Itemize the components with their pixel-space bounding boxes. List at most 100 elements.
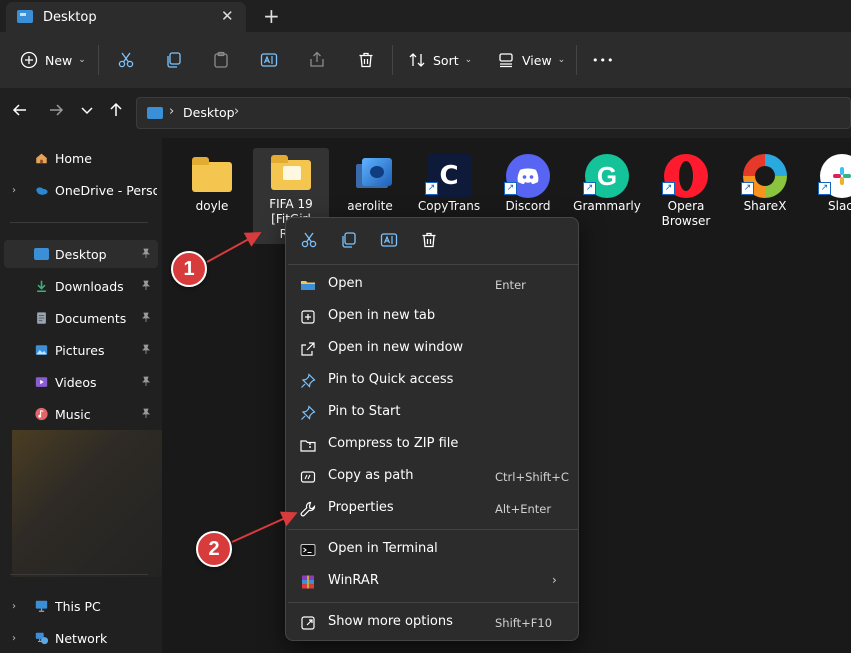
file-item-grammarly[interactable]: G ↗ Grammarly <box>569 150 645 234</box>
home-icon <box>36 153 47 164</box>
copy-button[interactable] <box>165 32 183 88</box>
file-name: aerolite <box>347 199 393 213</box>
file-name: ShareX <box>743 199 787 213</box>
sidebar-item-this-pc[interactable]: › This PC <box>0 592 162 620</box>
share-button[interactable] <box>308 32 326 88</box>
file-item-slack[interactable]: ↗ Slack <box>806 150 851 234</box>
back-arrow-icon[interactable] <box>12 102 28 122</box>
sidebar-item-pictures[interactable]: Pictures <box>0 336 162 364</box>
sidebar-item-desktop[interactable]: Desktop <box>4 240 158 268</box>
breadcrumb-desktop[interactable]: Desktop <box>183 105 235 120</box>
copy-icon <box>167 52 181 68</box>
menu-item-copy-as-path[interactable]: Copy as path Ctrl+Shift+C <box>290 461 576 493</box>
pin-icon[interactable] <box>141 248 151 261</box>
folder-open-icon <box>301 281 315 290</box>
breadcrumb-chevron-icon[interactable]: › <box>234 104 239 119</box>
chevron-down-icon: ⌄ <box>78 55 86 65</box>
menu-item-label: Properties <box>328 500 394 515</box>
file-item-opera[interactable]: ↗ Opera Browser <box>648 150 724 234</box>
sort-button[interactable]: Sort ⌄ <box>408 32 472 88</box>
sidebar-item-home[interactable]: Home <box>0 144 162 172</box>
documents-icon <box>37 312 46 324</box>
blurred-region <box>12 430 162 577</box>
see-more-button[interactable]: ••• <box>592 32 614 88</box>
file-item-doyle[interactable]: doyle <box>174 150 250 234</box>
menu-item-show-more-options[interactable]: Show more options Shift+F10 <box>290 607 576 639</box>
sidebar-item-network[interactable]: › Network <box>0 624 162 652</box>
shortcut-arrow-icon: ↗ <box>741 182 754 195</box>
expand-chevron-icon[interactable]: › <box>12 185 16 196</box>
recent-locations-chevron-icon[interactable] <box>80 102 94 122</box>
pin-icon[interactable] <box>141 376 151 389</box>
rename-icon[interactable] <box>380 231 398 249</box>
shortcut-arrow-icon: ↗ <box>583 182 596 195</box>
rename-icon <box>260 53 278 67</box>
tab-desktop[interactable]: Desktop ✕ <box>6 2 246 32</box>
menu-item-label: Open in new window <box>328 340 464 355</box>
pin-start-icon <box>301 405 316 420</box>
sidebar-item-label: OneDrive - Persona <box>55 182 157 198</box>
menu-item-label: Open in new tab <box>328 308 436 323</box>
pin-icon[interactable] <box>141 408 151 421</box>
file-item-sharex[interactable]: ↗ ShareX <box>727 150 803 234</box>
pin-icon <box>301 373 316 388</box>
menu-item-label: Pin to Start <box>328 404 401 419</box>
aerolite-app-icon <box>348 154 392 194</box>
new-tab-button[interactable]: + <box>263 4 280 28</box>
menu-item-label: WinRAR <box>328 573 379 588</box>
cut-button[interactable] <box>117 32 135 88</box>
sidebar-item-onedrive[interactable]: › OneDrive - Persona <box>0 176 162 204</box>
menu-item-pin-quick-access[interactable]: Pin to Quick access <box>290 365 576 397</box>
annotation-badge-1: 1 <box>171 251 207 287</box>
sidebar-item-documents[interactable]: Documents <box>0 304 162 332</box>
menu-item-label: Pin to Quick access <box>328 372 454 387</box>
sidebar-item-downloads[interactable]: Downloads <box>0 272 162 300</box>
pin-icon[interactable] <box>141 280 151 293</box>
paste-button[interactable] <box>212 32 230 88</box>
zip-icon <box>300 440 316 452</box>
opera-app-icon: ↗ <box>662 154 708 198</box>
menu-divider <box>288 602 578 603</box>
shortcut-arrow-icon: ↗ <box>425 182 438 195</box>
shortcut-arrow-icon: ↗ <box>818 182 831 195</box>
new-button[interactable]: New ⌄ <box>20 32 86 88</box>
expand-chevron-icon[interactable]: › <box>12 601 16 612</box>
close-tab-icon[interactable]: ✕ <box>221 7 234 25</box>
sidebar-divider <box>10 574 148 575</box>
context-menu: Open Enter Open in new tab Open in new w… <box>285 217 579 641</box>
file-name: Discord <box>505 199 551 213</box>
menu-item-open-new-window[interactable]: Open in new window <box>290 333 576 365</box>
forward-arrow-icon[interactable] <box>48 102 64 122</box>
up-arrow-icon[interactable] <box>108 102 124 122</box>
menu-item-label: Open in Terminal <box>328 541 438 556</box>
sidebar-item-music[interactable]: Music <box>0 400 162 428</box>
winrar-icon <box>302 575 314 589</box>
menu-item-shortcut: Alt+Enter <box>495 502 552 516</box>
menu-divider <box>288 529 578 530</box>
breadcrumb-chevron-icon[interactable]: › <box>169 104 174 119</box>
menu-item-open-terminal[interactable]: Open in Terminal <box>290 534 576 566</box>
menu-item-properties[interactable]: Properties Alt+Enter <box>290 493 576 525</box>
file-name: Opera Browser <box>661 199 711 228</box>
command-bar: New ⌄ Sort ⌄ View ⌄ ••• <box>0 32 851 88</box>
menu-item-shortcut: Shift+F10 <box>495 616 553 630</box>
menu-item-pin-start[interactable]: Pin to Start <box>290 397 576 429</box>
title-bar: Desktop ✕ + <box>0 0 851 32</box>
delete-button[interactable] <box>357 32 375 88</box>
copy-icon[interactable] <box>340 231 358 249</box>
address-bar[interactable]: › Desktop › <box>136 97 851 129</box>
pin-icon[interactable] <box>141 312 151 325</box>
pin-icon[interactable] <box>141 344 151 357</box>
sidebar-item-videos[interactable]: Videos <box>0 368 162 396</box>
menu-item-open-new-tab[interactable]: Open in new tab <box>290 301 576 333</box>
expand-chevron-icon[interactable]: › <box>12 633 16 644</box>
menu-item-winrar[interactable]: WinRAR › <box>290 566 576 598</box>
trash-icon[interactable] <box>420 231 438 249</box>
menu-item-label: Show more options <box>328 614 453 629</box>
view-button[interactable]: View ⌄ <box>497 32 565 88</box>
menu-item-open[interactable]: Open Enter <box>290 269 576 301</box>
cut-icon[interactable] <box>300 231 318 249</box>
rename-button[interactable] <box>260 32 278 88</box>
chevron-down-icon: ⌄ <box>557 55 566 65</box>
menu-item-compress-zip[interactable]: Compress to ZIP file <box>290 429 576 461</box>
